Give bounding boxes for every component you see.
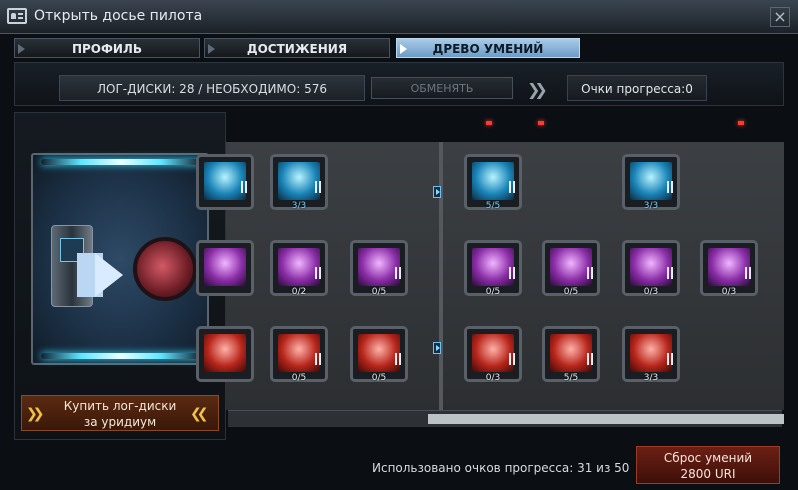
- skill-level: 3/3: [643, 201, 659, 211]
- rank-bars: [394, 267, 402, 279]
- tab-profile[interactable]: ПРОФИЛЬ: [14, 38, 200, 58]
- skill-slot[interactable]: 0/5: [542, 240, 600, 297]
- rank-bars: [240, 181, 248, 193]
- reset-cost: 2800 URI: [680, 467, 736, 481]
- rank-bars: [314, 267, 322, 279]
- title-bar[interactable]: Открыть досье пилота ×: [0, 0, 798, 34]
- pilot-dossier-window: Открыть досье пилота × ПРОФИЛЬ ДОСТИЖЕНИ…: [0, 0, 798, 490]
- skill-slot[interactable]: 0/5: [350, 240, 408, 297]
- indicator-light: [486, 121, 492, 125]
- skill-slot[interactable]: 0/2: [270, 240, 328, 297]
- rank-bars: [314, 181, 322, 193]
- tab-skill-tree[interactable]: ДРЕВО УМЕНИЙ: [396, 38, 580, 58]
- tab-arrow-icon: [400, 44, 407, 54]
- rank-bars: [744, 267, 752, 279]
- skill-slot[interactable]: [196, 154, 254, 210]
- skill-slot[interactable]: 3/3: [270, 154, 328, 211]
- skill-level: 0/5: [371, 287, 387, 297]
- skill-level: 0/5: [485, 287, 501, 297]
- skull-icon: [204, 334, 246, 372]
- skill-level: 0/2: [291, 287, 307, 297]
- log-disks-counter: ЛОГ-ДИСКИ: 28 / НЕОБХОДИМО: 576: [59, 75, 365, 101]
- tab-label: ДРЕВО УМЕНИЙ: [432, 42, 544, 56]
- tab-label: ПРОФИЛЬ: [71, 42, 143, 56]
- tab-arrow-icon: [208, 44, 215, 54]
- skill-level: 5/5: [563, 373, 579, 383]
- skill-level: 0/5: [563, 287, 579, 297]
- buy-log-disks-button[interactable]: ❯❯ Купить лог-диски за уридиум ❯❯: [21, 395, 219, 431]
- skill-level: 0/5: [291, 373, 307, 383]
- rank-bars: [508, 353, 516, 365]
- tab-arrow-icon: [18, 44, 25, 54]
- rank-bars: [586, 353, 594, 365]
- tree-divider: [439, 142, 443, 410]
- rank-bars: [314, 353, 322, 365]
- expand-arrow-icon[interactable]: [433, 342, 441, 354]
- skill-slot[interactable]: 0/3: [700, 240, 758, 297]
- buy-label-line1: Купить лог-диски: [63, 399, 177, 413]
- used-points-status: Использовано очков прогресса: 31 из 50: [372, 461, 630, 475]
- buy-label-line2: за уридиум: [83, 415, 157, 429]
- double-chevron-icon: ❯❯: [527, 80, 548, 99]
- close-button[interactable]: ×: [770, 7, 790, 27]
- arrow-icon: [95, 253, 123, 297]
- horizontal-scrollbar[interactable]: [228, 410, 784, 427]
- skill-slot[interactable]: 3/3: [622, 326, 680, 383]
- tab-achievements[interactable]: ДОСТИЖЕНИЯ: [204, 38, 390, 58]
- rank-bars: [508, 181, 516, 193]
- skill-slot[interactable]: 0/3: [464, 326, 522, 383]
- double-chevron-icon: ❯❯: [194, 406, 208, 422]
- skill-slot[interactable]: 0/5: [350, 326, 408, 383]
- skill-level: 0/3: [485, 373, 501, 383]
- rank-bars: [586, 267, 594, 279]
- skill-tree: 3/3 0/2 0/5 0/5 0/5 5/5 3/3 0/5 0/5 0/3 …: [196, 142, 784, 427]
- log-disk-card: [31, 153, 209, 365]
- rank-bars: [508, 267, 516, 279]
- skill-slot[interactable]: 0/3: [622, 240, 680, 297]
- skill-level: 0/3: [643, 287, 659, 297]
- skill-slot[interactable]: [196, 326, 254, 382]
- pilot-head-icon: [133, 237, 197, 301]
- skill-slot[interactable]: 0/5: [464, 240, 522, 297]
- lightning-effect: [41, 353, 201, 359]
- progress-points: Очки прогресса:0: [567, 75, 707, 101]
- dice-icon: [204, 248, 246, 286]
- log-disk-panel: ❯❯ Купить лог-диски за уридиум ❯❯: [14, 112, 226, 440]
- skill-slot[interactable]: 0/5: [270, 326, 328, 383]
- rank-bars: [394, 353, 402, 365]
- indicator-light: [538, 121, 544, 125]
- skill-slot[interactable]: 5/5: [542, 326, 600, 383]
- skill-level: 3/3: [291, 201, 307, 211]
- window-title: Открыть досье пилота: [34, 8, 203, 24]
- skill-slot[interactable]: [196, 240, 254, 296]
- skill-level: 0/5: [371, 373, 387, 383]
- tab-label: ДОСТИЖЕНИЯ: [246, 42, 348, 56]
- expand-arrow-icon[interactable]: [433, 186, 441, 198]
- reset-label: Сброс умений: [663, 451, 753, 465]
- skill-slot[interactable]: 5/5: [464, 154, 522, 211]
- exchange-button[interactable]: ОБМЕНЯТЬ: [371, 77, 513, 99]
- rank-bars: [666, 353, 674, 365]
- skill-level: 3/3: [643, 373, 659, 383]
- id-card-icon: [7, 8, 27, 24]
- skill-slot[interactable]: 3/3: [622, 154, 680, 211]
- double-chevron-icon: ❯❯: [26, 406, 45, 422]
- reset-skills-button[interactable]: Сброс умений 2800 URI: [636, 446, 780, 484]
- info-bar: ЛОГ-ДИСКИ: 28 / НЕОБХОДИМО: 576 ОБМЕНЯТЬ…: [14, 62, 784, 106]
- rank-bars: [666, 181, 674, 193]
- scrollbar-thumb[interactable]: [428, 414, 784, 424]
- skill-level: 5/5: [485, 201, 501, 211]
- lightning-effect: [41, 159, 201, 165]
- indicator-light: [738, 121, 744, 125]
- rank-bars: [666, 267, 674, 279]
- skill-level: 0/3: [721, 287, 737, 297]
